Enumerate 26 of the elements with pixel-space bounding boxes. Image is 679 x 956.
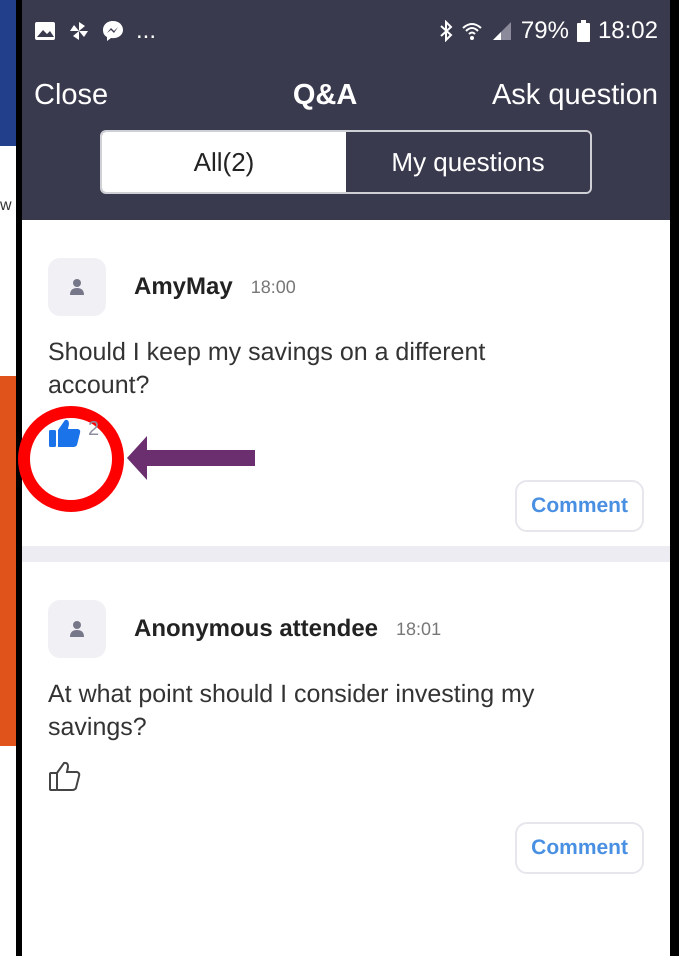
signal-icon xyxy=(490,20,513,42)
close-button[interactable]: Close xyxy=(34,74,108,118)
author-name: AmyMay xyxy=(134,272,233,302)
ask-question-button[interactable]: Ask question xyxy=(492,74,658,118)
question-text: At what point should I consider investing my savings? xyxy=(48,679,536,743)
question-time: 18:00 xyxy=(250,276,296,298)
bluetooth-icon xyxy=(438,20,453,42)
avatar-icon xyxy=(48,258,106,316)
more-notifications: ... xyxy=(136,19,156,43)
gallery-icon xyxy=(34,21,56,41)
pinwheel-icon xyxy=(68,20,90,42)
header-title: Q&A xyxy=(292,78,358,114)
tab[interactable]: All(2) xyxy=(102,132,346,192)
battery-icon xyxy=(576,20,590,42)
question-time: 18:01 xyxy=(396,618,442,640)
clock: 18:02 xyxy=(598,16,658,46)
like-count: 2 xyxy=(88,418,100,440)
avatar-icon xyxy=(48,600,106,658)
wifi-icon xyxy=(460,20,483,42)
slide-text: w xyxy=(0,196,13,216)
battery-percent: 79% xyxy=(520,16,569,46)
thumbs-up-icon[interactable] xyxy=(48,418,82,448)
question-text: Should I keep my savings on a different account? xyxy=(48,337,486,401)
thumbs-up-icon[interactable] xyxy=(48,760,82,792)
author-name: Anonymous attendee xyxy=(134,614,378,644)
chat-bubble-icon xyxy=(102,20,124,42)
